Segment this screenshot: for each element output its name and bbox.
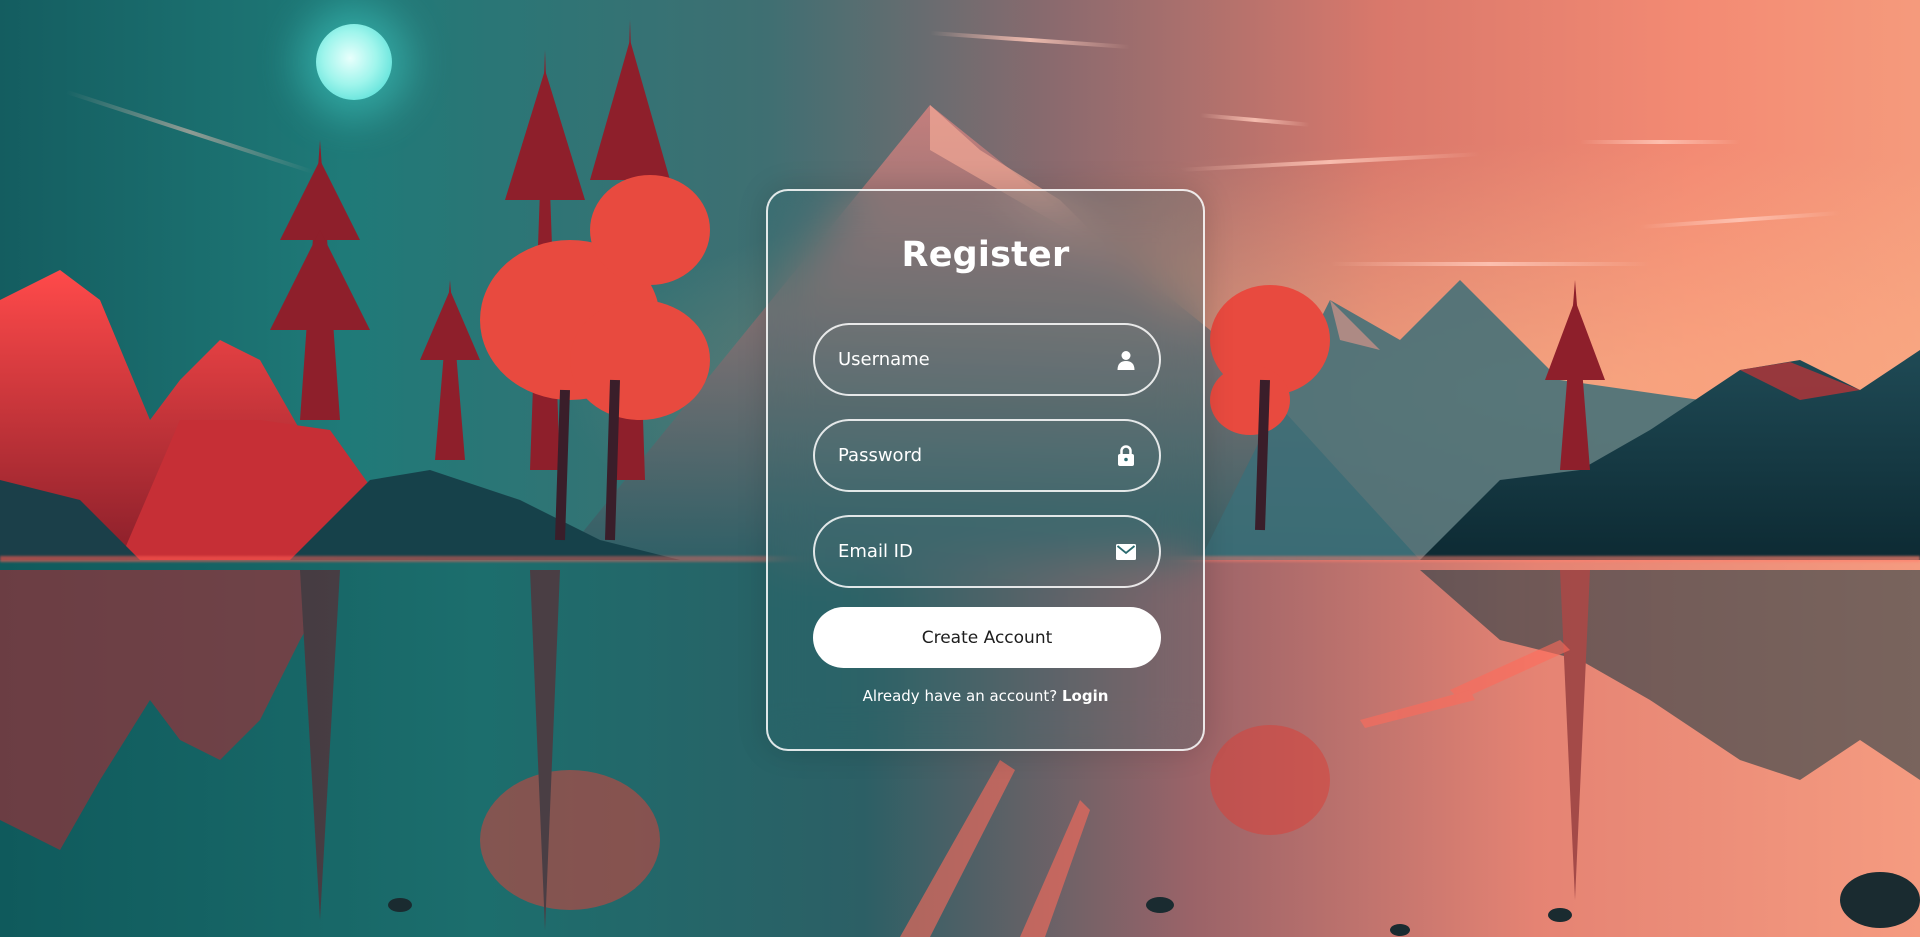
email-input[interactable] bbox=[815, 517, 1159, 586]
lock-icon bbox=[1115, 445, 1137, 467]
password-field[interactable] bbox=[813, 419, 1161, 492]
email-field[interactable] bbox=[813, 515, 1161, 588]
register-title: Register bbox=[901, 235, 1070, 275]
username-input[interactable] bbox=[815, 325, 1159, 394]
create-account-button[interactable]: Create Account bbox=[813, 607, 1161, 668]
password-input[interactable] bbox=[815, 421, 1159, 490]
envelope-icon bbox=[1115, 541, 1137, 563]
user-icon bbox=[1115, 349, 1137, 371]
login-link[interactable]: Login bbox=[1062, 687, 1108, 705]
login-prompt: Already have an account? Login bbox=[768, 687, 1203, 705]
username-field[interactable] bbox=[813, 323, 1161, 396]
login-prompt-text: Already have an account? bbox=[862, 687, 1062, 705]
register-card: Register Create Account bbox=[766, 189, 1205, 751]
moon bbox=[316, 24, 392, 100]
